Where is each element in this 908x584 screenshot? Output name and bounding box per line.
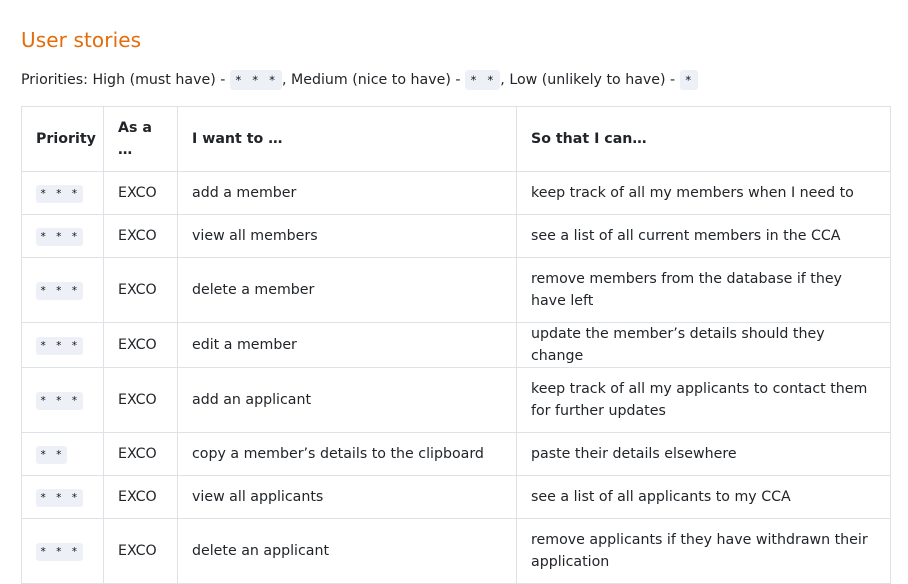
user-stories-table: Priority As a … I want to … So that I ca… <box>21 106 891 584</box>
cell-want: delete a member <box>177 257 517 323</box>
priorities-sep-low: , Low (unlikely to have) - <box>500 72 680 88</box>
priority-code: * * * <box>36 281 84 300</box>
cell-priority: * * * <box>21 171 104 215</box>
cell-benefit: keep track of all my members when I need… <box>516 171 891 215</box>
cell-role: EXCO <box>103 475 178 519</box>
section-title: User stories <box>21 28 142 52</box>
header-role: As a … <box>103 106 178 172</box>
priorities-sep-medium: , Medium (nice to have) - <box>282 72 466 88</box>
priority-code: * * * <box>36 488 84 507</box>
cell-priority: * * * <box>21 367 104 433</box>
cell-role: EXCO <box>103 257 178 323</box>
table-row: * * * EXCO view all members see a list o… <box>21 214 891 258</box>
header-priority: Priority <box>21 106 104 172</box>
cell-benefit: paste their details elsewhere <box>516 432 891 476</box>
priority-high-code: * * * <box>229 70 282 90</box>
table-row: * * * EXCO view all applicants see a lis… <box>21 475 891 519</box>
priority-code: * * <box>36 445 68 464</box>
priority-code: * * * <box>36 336 84 355</box>
priority-code: * * * <box>36 227 84 246</box>
table-row: * * * EXCO delete an applicant remove ap… <box>21 518 891 584</box>
cell-want: add a member <box>177 171 517 215</box>
cell-priority: * * * <box>21 322 104 368</box>
cell-priority: * * * <box>21 475 104 519</box>
priority-low-code: * <box>679 70 699 90</box>
cell-priority: * * <box>21 432 104 476</box>
header-benefit: So that I can… <box>516 106 891 172</box>
cell-benefit: see a list of all applicants to my CCA <box>516 475 891 519</box>
priority-code: * * * <box>36 184 84 203</box>
priority-code: * * * <box>36 542 84 561</box>
table-row: * * * EXCO delete a member remove member… <box>21 257 891 323</box>
cell-want: delete an applicant <box>177 518 517 584</box>
cell-want: add an applicant <box>177 367 517 433</box>
table-row: * * * EXCO edit a member update the memb… <box>21 322 891 368</box>
table-header-row: Priority As a … I want to … So that I ca… <box>21 106 891 172</box>
cell-want: view all applicants <box>177 475 517 519</box>
header-want: I want to … <box>177 106 517 172</box>
cell-benefit: keep track of all my applicants to conta… <box>516 367 891 433</box>
cell-want: edit a member <box>177 322 517 368</box>
cell-priority: * * * <box>21 257 104 323</box>
cell-benefit: update the member’s details should they … <box>516 322 891 368</box>
table-row: * * * EXCO add a member keep track of al… <box>21 171 891 215</box>
priorities-prefix: Priorities: High (must have) - <box>21 72 230 88</box>
cell-role: EXCO <box>103 518 178 584</box>
table-row: * * * EXCO add an applicant keep track o… <box>21 367 891 433</box>
cell-benefit: remove members from the database if they… <box>516 257 891 323</box>
cell-priority: * * * <box>21 518 104 584</box>
cell-priority: * * * <box>21 214 104 258</box>
priority-medium-code: * * <box>465 70 501 90</box>
cell-role: EXCO <box>103 214 178 258</box>
cell-role: EXCO <box>103 171 178 215</box>
cell-benefit: see a list of all current members in the… <box>516 214 891 258</box>
cell-benefit: remove applicants if they have withdrawn… <box>516 518 891 584</box>
cell-role: EXCO <box>103 322 178 368</box>
priorities-legend: Priorities: High (must have) - * * *, Me… <box>21 70 699 90</box>
priority-code: * * * <box>36 391 84 410</box>
cell-want: copy a member’s details to the clipboard <box>177 432 517 476</box>
cell-role: EXCO <box>103 432 178 476</box>
cell-role: EXCO <box>103 367 178 433</box>
table-row: * * EXCO copy a member’s details to the … <box>21 432 891 476</box>
cell-want: view all members <box>177 214 517 258</box>
